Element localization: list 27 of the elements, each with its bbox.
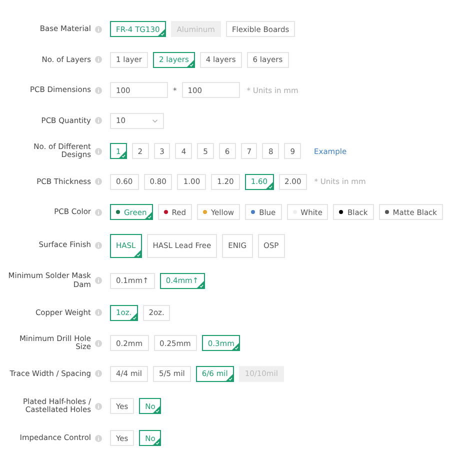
- info-icon[interactable]: [95, 370, 102, 378]
- info-icon[interactable]: [95, 178, 102, 186]
- check-corner-icon: [130, 312, 137, 320]
- caret-icon: [152, 118, 158, 123]
- check-corner-icon: [226, 374, 233, 381]
- info-icon[interactable]: [95, 86, 102, 94]
- info-icon[interactable]: [95, 434, 102, 442]
- check-corner-icon: [232, 343, 240, 350]
- check-corner-icon: [153, 406, 160, 413]
- info-icon[interactable]: [95, 117, 102, 124]
- info-icon[interactable]: [95, 402, 102, 410]
- check-corner-icon: [153, 438, 160, 446]
- check-corner-icon: [144, 212, 152, 220]
- check-corner-icon: [186, 60, 194, 67]
- check-corner-icon: [158, 29, 165, 36]
- check-corner-icon: [134, 250, 141, 256]
- info-icon[interactable]: [95, 242, 102, 249]
- info-icon[interactable]: [95, 340, 102, 347]
- info-icon[interactable]: [95, 26, 102, 33]
- info-icon[interactable]: [95, 56, 102, 64]
- info-icon[interactable]: [95, 309, 102, 316]
- info-icon[interactable]: [95, 277, 102, 284]
- check-corner-icon: [266, 182, 273, 189]
- check-corner-icon: [118, 151, 126, 158]
- check-corner-icon: [196, 280, 204, 288]
- info-icon[interactable]: [95, 208, 102, 216]
- info-icon[interactable]: [95, 148, 102, 155]
